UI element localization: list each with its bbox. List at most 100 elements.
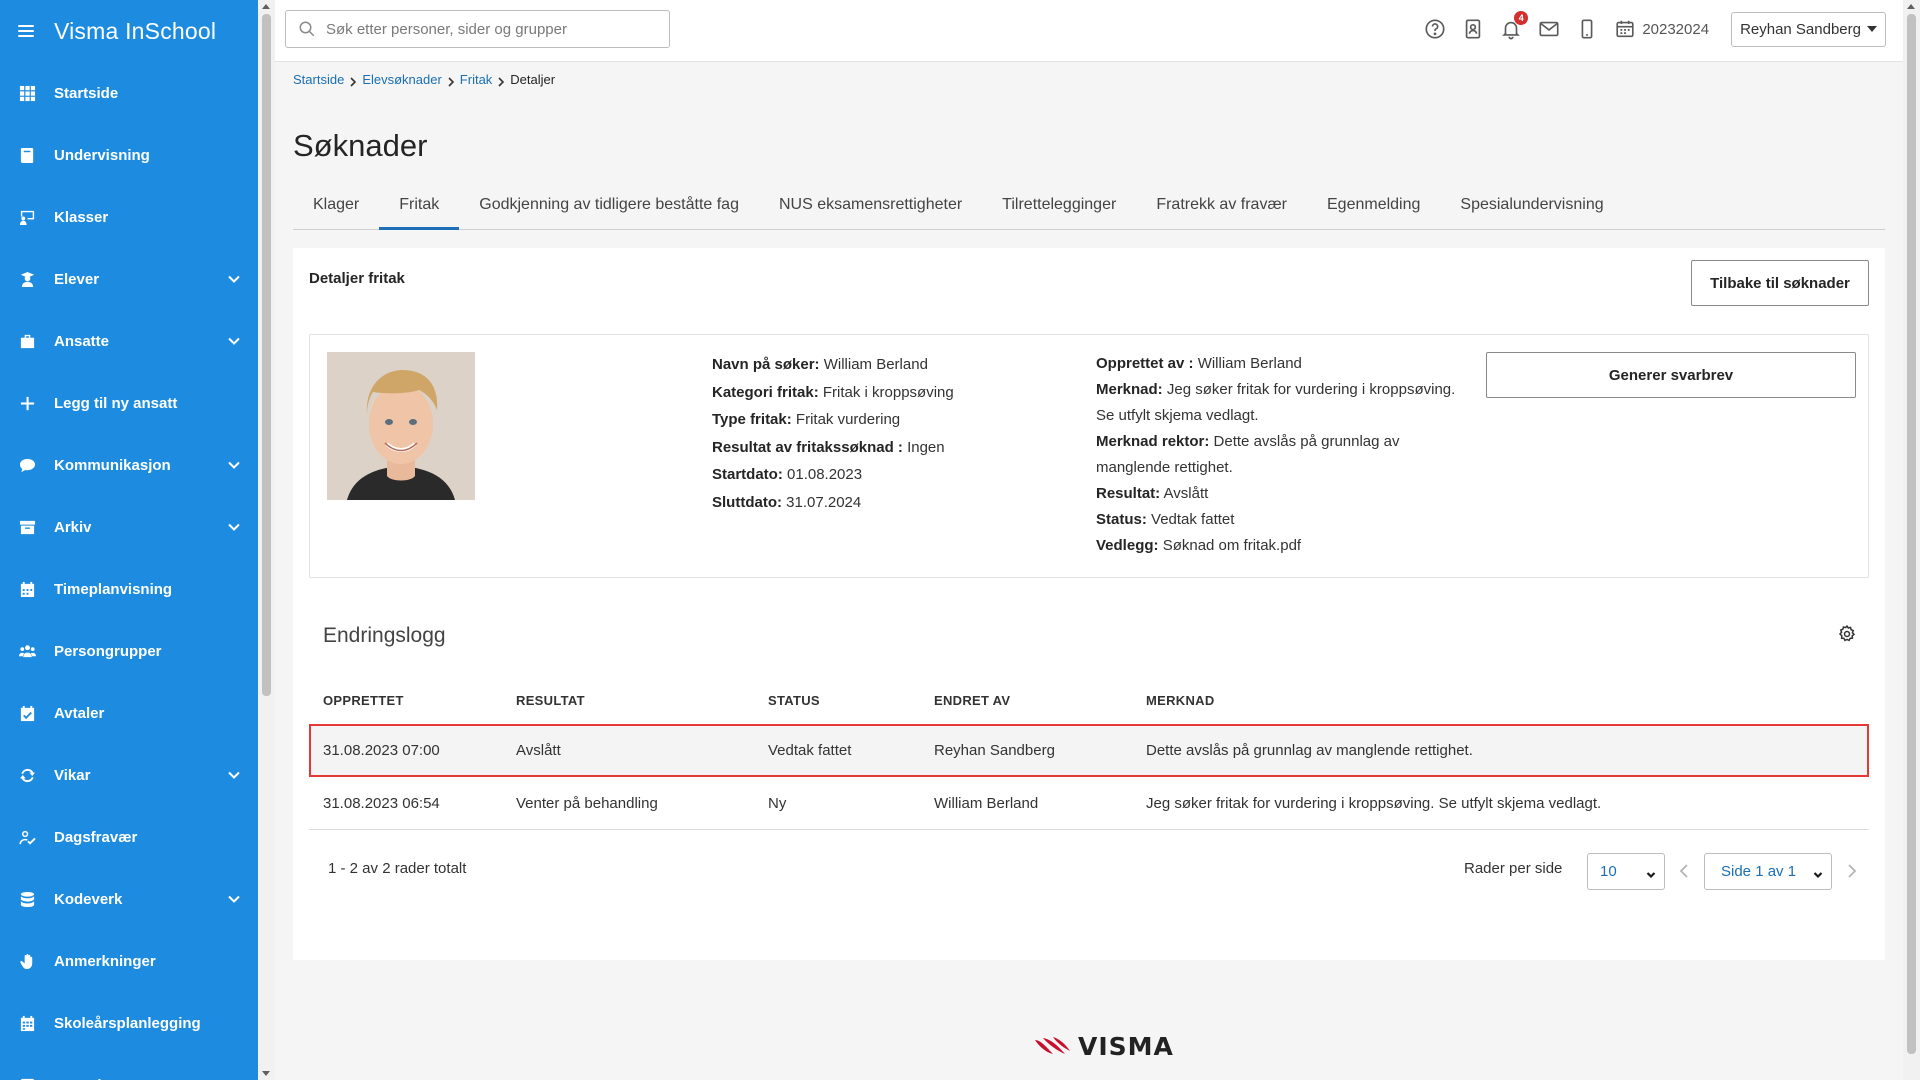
sidebar-item-anmerkninger[interactable]: Anmerkninger: [0, 930, 258, 992]
sidebar-item-arkiv[interactable]: Arkiv: [0, 496, 258, 558]
user-menu-dropdown[interactable]: Reyhan Sandberg: [1731, 11, 1886, 47]
chevron-right-icon: [448, 75, 454, 87]
sidebar-item-dagsfravaer[interactable]: Dagsfravær: [0, 806, 258, 868]
sidebar-item-kommunikasjon[interactable]: Kommunikasjon: [0, 434, 258, 496]
mail-icon[interactable]: [1538, 18, 1560, 40]
tab-fratrekk-av-fravaer[interactable]: Fratrekk av fravær: [1136, 180, 1307, 229]
back-to-applications-button[interactable]: Tilbake til søknader: [1691, 260, 1869, 306]
sidebar-item-fagvalg[interactable]: Fagvalg: [0, 1054, 258, 1080]
sidebar-item-label: Undervisning: [54, 146, 150, 164]
sidebar-item-label: Vikar: [54, 766, 91, 784]
sidebar-item-skolearsplanlegging[interactable]: Skoleårsplanlegging: [0, 992, 258, 1054]
sidebar-item-legg-til-ny-ansatt[interactable]: Legg til ny ansatt: [0, 372, 258, 434]
tab-tilrettelegginger[interactable]: Tilrettelegginger: [982, 180, 1136, 229]
app-title[interactable]: Visma InSchool: [54, 18, 216, 45]
generate-reply-letter-button[interactable]: Generer svarbrev: [1486, 352, 1856, 398]
sidebar-item-avtaler[interactable]: Avtaler: [0, 682, 258, 744]
page-title: Søknader: [293, 128, 428, 163]
mobile-phone-icon[interactable]: [1576, 18, 1598, 40]
detail-field: Startdato: 01.08.2023: [712, 461, 1072, 489]
brand: Visma InSchool: [0, 0, 258, 62]
chevron-down-icon: [226, 271, 242, 287]
details-column-right: Opprettet av : William Berland Merknad: J…: [1096, 351, 1456, 559]
student-icon: [18, 270, 36, 288]
rows-per-page-value: 10: [1600, 863, 1617, 880]
scroll-up-arrow-icon[interactable]: [1907, 4, 1915, 9]
page-select-value: Side 1 av 1: [1721, 863, 1797, 880]
applicant-photo: [327, 352, 475, 500]
sidebar-item-startside[interactable]: Startside: [0, 62, 258, 124]
column-header[interactable]: RESULTAT: [516, 693, 768, 708]
tab-godkjenning-av-tidligere-bestatte-fag[interactable]: Godkjenning av tidligere beståtte fag: [459, 180, 759, 229]
school-year[interactable]: 20232024: [1642, 21, 1709, 38]
sidebar-item-timeplanvisning[interactable]: Timeplanvisning: [0, 558, 258, 620]
detail-field: Opprettet av : William Berland: [1096, 351, 1456, 377]
column-header[interactable]: OPPRETTET: [309, 693, 516, 708]
contact-card-icon[interactable]: [1462, 18, 1484, 40]
topbar: 4 20232024 Reyhan Sandberg: [275, 0, 1903, 62]
sidebar-item-klasser[interactable]: Klasser: [0, 186, 258, 248]
sidebar-item-kodeverk[interactable]: Kodeverk: [0, 868, 258, 930]
chat-icon: [18, 456, 36, 474]
notifications-bell-icon[interactable]: 4: [1500, 11, 1529, 40]
detail-field: Type fritak: Fritak vurdering: [712, 406, 1072, 434]
sidebar-scrollbar[interactable]: [258, 0, 275, 1080]
sidebar-item-label: Legg til ny ansatt: [54, 394, 178, 412]
tab-nus-eksamensrettigheter[interactable]: NUS eksamensrettigheter: [759, 180, 982, 229]
visma-logo-text: VISMA: [1078, 1031, 1174, 1061]
tab-spesialundervisning[interactable]: Spesialundervisning: [1440, 180, 1623, 229]
sidebar-item-label: Fagvalg: [54, 1077, 226, 1080]
sidebar-item-vikar[interactable]: Vikar: [0, 744, 258, 806]
sidebar-item-label: Persongrupper: [54, 642, 162, 660]
page-select[interactable]: Side 1 av 1: [1704, 853, 1832, 890]
classroom-icon: [18, 208, 36, 226]
breadcrumb-link[interactable]: Fritak: [460, 72, 493, 87]
tab-egenmelding[interactable]: Egenmelding: [1307, 180, 1440, 229]
detail-field: Status: Vedtak fattet: [1096, 507, 1456, 533]
page-scrollbar[interactable]: [1903, 0, 1920, 1080]
sidebar-item-label: Dagsfravær: [54, 828, 138, 846]
table-cell-created: 31.08.2023 07:00: [323, 742, 440, 759]
sidebar-item-elever[interactable]: Elever: [0, 248, 258, 310]
detail-label: Navn på søker:: [712, 356, 820, 373]
detail-label: Merknad:: [1096, 381, 1163, 398]
scroll-down-arrow-icon[interactable]: [262, 1071, 270, 1076]
column-header[interactable]: ENDRET AV: [934, 693, 1146, 708]
table-header: OPPRETTET RESULTAT STATUS ENDRET AV MERKNAD: [309, 676, 1869, 724]
rows-per-page-label: Rader per side: [1464, 860, 1563, 877]
hamburger-menu-icon[interactable]: [18, 25, 34, 37]
breadcrumb-link[interactable]: Elevsøknader: [362, 72, 441, 87]
search-input[interactable]: [326, 20, 656, 38]
tab-fritak[interactable]: Fritak: [379, 180, 460, 230]
tab-klager[interactable]: Klager: [293, 180, 379, 229]
detail-label: Vedlegg:: [1096, 537, 1159, 554]
table-row[interactable]: 31.08.2023 06:54 Venter på behandling Ny Wi…: [309, 777, 1869, 830]
help-icon[interactable]: [1424, 18, 1446, 40]
column-header[interactable]: MERKNAD: [1146, 693, 1869, 708]
detail-value: Vedtak fattet: [1151, 511, 1235, 528]
chevron-down-icon: [226, 457, 242, 473]
previous-page-chevron-icon[interactable]: [1679, 864, 1689, 878]
column-header[interactable]: STATUS: [768, 693, 934, 708]
sidebar-item-undervisning[interactable]: Undervisning: [0, 124, 258, 186]
hand-icon: [18, 952, 36, 970]
scroll-up-arrow-icon[interactable]: [262, 4, 270, 9]
detail-label: Status:: [1096, 511, 1147, 528]
sidebar-item-persongrupper[interactable]: Persongrupper: [0, 620, 258, 682]
breadcrumb-link[interactable]: Startside: [293, 72, 344, 87]
search-box[interactable]: [285, 10, 670, 48]
page-scroll-thumb[interactable]: [1907, 14, 1916, 1054]
rows-per-page-select[interactable]: 10: [1587, 853, 1665, 890]
detail-label: Sluttdato:: [712, 493, 782, 511]
gear-icon[interactable]: [1837, 624, 1857, 644]
calendar-grid-icon: [18, 1014, 36, 1032]
next-page-chevron-icon[interactable]: [1847, 864, 1857, 878]
table-row[interactable]: 31.08.2023 07:00 Avslått Vedtak fattet Reyh…: [309, 724, 1869, 777]
sidebar-item-ansatte[interactable]: Ansatte: [0, 310, 258, 372]
sidebar-scroll-thumb[interactable]: [262, 14, 271, 696]
calendar-icon[interactable]: [1614, 18, 1636, 40]
detail-label: Startdato:: [712, 466, 783, 483]
detail-value: Avslått: [1163, 485, 1209, 502]
detail-value: Søknad om fritak.pdf: [1162, 537, 1302, 554]
user-name: Reyhan Sandberg: [1740, 20, 1861, 38]
